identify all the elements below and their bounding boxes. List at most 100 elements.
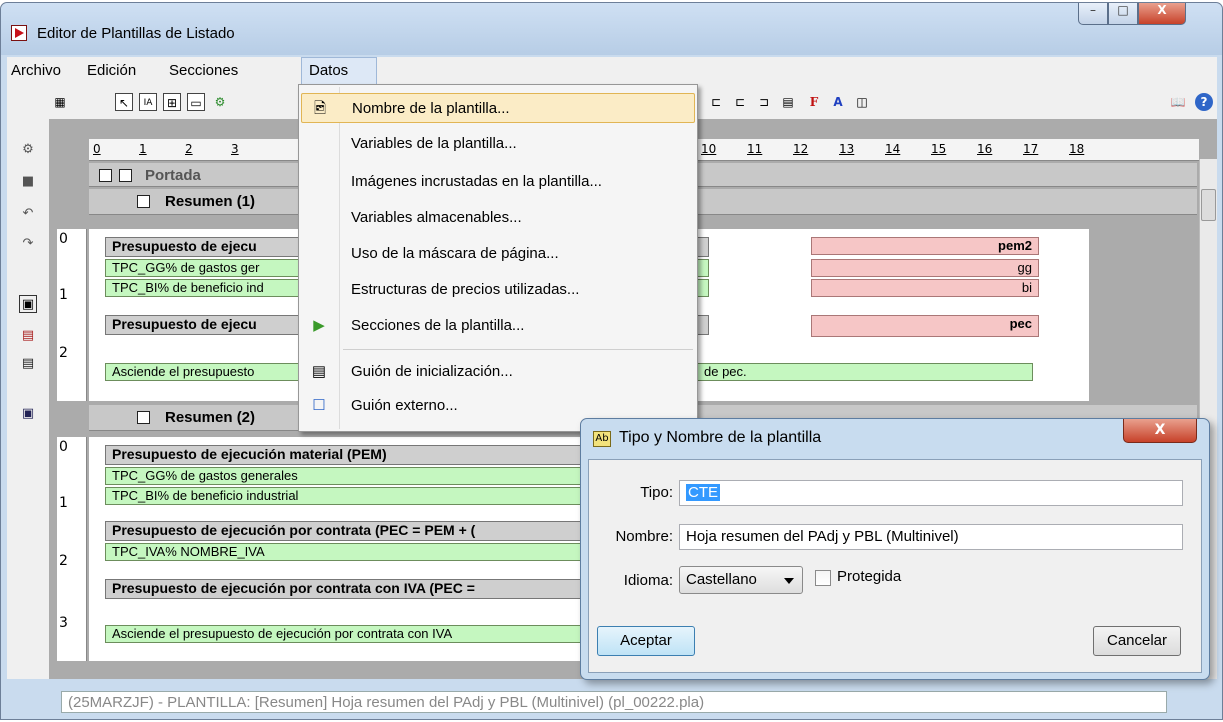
maximize-button[interactable]: □ xyxy=(1108,3,1138,25)
menu-secciones[interactable]: Secciones xyxy=(169,62,238,79)
ruler-label: 10 xyxy=(701,142,717,156)
menu-archivo[interactable]: Archivo xyxy=(11,62,61,79)
settings-icon[interactable]: ⚙ xyxy=(19,141,37,159)
nombre-label: Nombre: xyxy=(615,528,673,545)
menu-item-label: Variables almacenables... xyxy=(351,209,522,226)
menu-item-guion-externo[interactable]: ☐ Guión externo... xyxy=(301,391,695,421)
vertical-ruler: 0 1 2 3 xyxy=(57,437,87,661)
band-asciende-text: Asciende el presupuesto xyxy=(112,364,255,379)
nombre-field[interactable]: Hoja resumen del PAdj y PBL (Multinivel) xyxy=(679,524,1183,550)
menu-item-guion-inicializacion[interactable]: ▤ Guión de inicialización... xyxy=(301,357,695,387)
protegida-label: Protegida xyxy=(837,568,902,585)
menu-item-label: Uso de la máscara de página... xyxy=(351,245,559,262)
menu-item-variables-plantilla[interactable]: Variables de la plantilla... xyxy=(301,129,695,159)
undo-icon[interactable]: ↶ xyxy=(19,205,37,223)
font-icon[interactable]: F xyxy=(805,93,823,111)
menu-item-label: Estructuras de precios utilizadas... xyxy=(351,281,580,298)
vruler-number: 1 xyxy=(59,287,68,303)
band-red-icon[interactable]: ▤ xyxy=(19,327,37,345)
ruler-label: 17 xyxy=(1023,142,1039,156)
datos-menu: 🖻 Nombre de la plantilla... Variables de… xyxy=(298,84,698,432)
minimize-button[interactable]: – xyxy=(1078,3,1108,25)
menu-item-variables-almacenables[interactable]: Variables almacenables... xyxy=(301,203,695,233)
ruler-label: 3 xyxy=(231,142,239,156)
field-bi[interactable]: bi xyxy=(811,279,1039,297)
band-icon[interactable]: ▤ xyxy=(19,355,37,373)
vruler-number: 2 xyxy=(59,553,68,569)
section-icon[interactable]: ▣ xyxy=(19,405,37,423)
window-title: Editor de Plantillas de Listado xyxy=(37,25,235,42)
align-bottom-icon[interactable]: ⊏ xyxy=(731,93,749,111)
idioma-value: Castellano xyxy=(686,571,757,588)
dialog-title: Tipo y Nombre de la plantilla xyxy=(619,429,822,446)
section-label: Portada xyxy=(145,167,201,184)
text-field-icon[interactable]: IA xyxy=(139,93,157,111)
image-icon[interactable]: ◫ xyxy=(853,93,871,111)
help-book-icon[interactable]: 📖 xyxy=(1169,93,1187,111)
menu-item-label: Guión externo... xyxy=(351,397,458,414)
ruler-label: 14 xyxy=(885,142,901,156)
save-icon[interactable]: ■ xyxy=(19,173,37,191)
band-asciende-tail: de pec. xyxy=(704,364,747,379)
group-icon[interactable]: ⚙ xyxy=(211,93,229,111)
frame-icon[interactable]: ▤ xyxy=(779,93,797,111)
help-icon[interactable]: ? xyxy=(1195,93,1213,111)
menu-item-secciones-plantilla[interactable]: ▶ Secciones de la plantilla... xyxy=(301,311,695,341)
tipo-value: CTE xyxy=(686,484,720,501)
menu-item-label: Guión de inicialización... xyxy=(351,363,513,380)
align-center-icon[interactable]: ⊐ xyxy=(755,93,773,111)
menu-datos[interactable]: Datos xyxy=(309,62,348,79)
variable-field-icon[interactable]: ▭ xyxy=(187,93,205,111)
tipo-field[interactable]: CTE xyxy=(679,480,1183,506)
ruler-label: 1 xyxy=(139,142,147,156)
field-pem2[interactable]: pem2 xyxy=(811,237,1039,255)
select-pointer-icon[interactable]: ↖ xyxy=(115,93,133,111)
menu-edicion[interactable]: Edición xyxy=(87,62,136,79)
text-color-icon[interactable]: A xyxy=(829,93,847,111)
page-view-icon[interactable]: ▣ xyxy=(19,295,37,313)
dialog-close-button[interactable]: X xyxy=(1123,419,1197,443)
close-button[interactable]: X xyxy=(1138,3,1186,25)
field-gg[interactable]: gg xyxy=(811,259,1039,277)
menu-item-mascara-pagina[interactable]: Uso de la máscara de página... xyxy=(301,239,695,269)
vruler-number: 0 xyxy=(59,439,68,455)
dialog-icon: Ab xyxy=(593,431,611,447)
vruler-number: 0 xyxy=(59,231,68,247)
section-collapse-icon xyxy=(137,411,150,424)
menu-separator xyxy=(343,349,693,350)
aceptar-button[interactable]: Aceptar xyxy=(597,626,695,656)
left-tool-strip: ⚙ ■ ↶ ↷ ▣ ▤ ▤ ▣ xyxy=(7,119,49,679)
vruler-number: 3 xyxy=(59,615,68,631)
ruler-label: 13 xyxy=(839,142,855,156)
section-collapse-icon xyxy=(137,195,150,208)
field-pec[interactable]: pec xyxy=(811,315,1039,337)
ruler-label: 15 xyxy=(931,142,947,156)
section-label: Resumen (1) xyxy=(165,193,256,210)
menu-item-label: Variables de la plantilla... xyxy=(351,135,517,152)
ruler-label: 11 xyxy=(747,142,763,156)
ruler-label: 18 xyxy=(1069,142,1085,156)
menu-item-estructuras-precios[interactable]: Estructuras de precios utilizadas... xyxy=(301,275,695,305)
title-bar: Editor de Plantillas de Listado – □ X xyxy=(1,3,1222,55)
menu-bar: Archivo Edición Secciones Datos xyxy=(7,57,1217,85)
align-left-icon[interactable]: ⊏ xyxy=(707,93,725,111)
section-label: Resumen (2) xyxy=(165,409,256,426)
expression-field-icon[interactable]: ⊞ xyxy=(163,93,181,111)
idioma-label: Idioma: xyxy=(623,572,673,589)
template-status-line: (25MARZJF) - PLANTILLA: [Resumen] Hoja r… xyxy=(61,691,1167,713)
vruler-number: 1 xyxy=(59,495,68,511)
menu-item-label: Secciones de la plantilla... xyxy=(351,317,525,334)
menu-item-nombre-plantilla[interactable]: 🖻 Nombre de la plantilla... xyxy=(301,93,695,123)
template-name-dialog: Ab Tipo y Nombre de la plantilla X Tipo:… xyxy=(580,418,1210,680)
protegida-checkbox[interactable] xyxy=(815,570,831,586)
ruler-label: 12 xyxy=(793,142,809,156)
scrollbar-thumb[interactable] xyxy=(1201,189,1216,221)
redo-icon[interactable]: ↷ xyxy=(19,235,37,253)
ruler-label: 2 xyxy=(185,142,193,156)
grid-icon[interactable]: ▦ xyxy=(51,93,69,111)
menu-item-label: Imágenes incrustadas en la plantilla... xyxy=(351,173,602,190)
menu-item-imagenes-incrustadas[interactable]: Imágenes incrustadas en la plantilla... xyxy=(301,167,695,197)
idioma-select[interactable]: Castellano xyxy=(679,566,803,594)
cancelar-button[interactable]: Cancelar xyxy=(1093,626,1181,656)
section-collapse-icon xyxy=(119,169,132,182)
